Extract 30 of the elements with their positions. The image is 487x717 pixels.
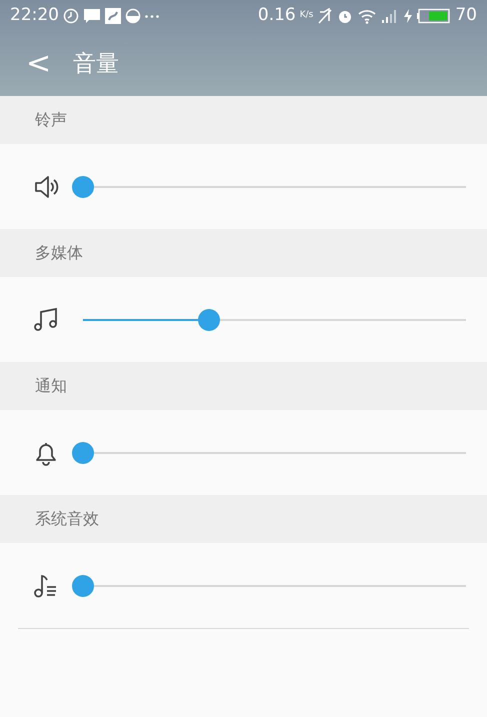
- note-with-lines-icon: [33, 572, 59, 598]
- section-title: 系统音效: [0, 495, 487, 543]
- app-icon: [105, 8, 121, 24]
- network-speed: 0.16: [258, 4, 296, 28]
- slider-thumb[interactable]: [72, 574, 94, 596]
- music-note-icon: [33, 306, 59, 332]
- section-title: 铃声: [0, 96, 487, 144]
- alarm-icon: [337, 8, 354, 24]
- battery-icon: [417, 8, 452, 24]
- slider-thumb[interactable]: [72, 442, 94, 464]
- battery-percent: 70: [455, 4, 477, 28]
- section-title: 通知: [0, 362, 487, 410]
- more-icon: [145, 14, 159, 18]
- wifi-icon: [357, 8, 378, 24]
- message-icon: [83, 8, 101, 24]
- mute-icon: [317, 8, 334, 24]
- volume-slider[interactable]: [72, 176, 466, 198]
- speaker-icon: [33, 174, 59, 200]
- status-time: 22:20: [10, 4, 59, 28]
- volume-slider[interactable]: [72, 442, 466, 464]
- volume-slider[interactable]: [72, 574, 466, 596]
- slider-thumb[interactable]: [72, 176, 94, 198]
- clock-icon: [63, 8, 79, 24]
- charging-icon: [403, 8, 414, 24]
- half-circle-icon: [125, 8, 141, 24]
- section-title: 多媒体: [0, 229, 487, 277]
- page-title: 音量: [73, 50, 120, 79]
- slider-thumb[interactable]: [198, 308, 220, 330]
- speed-unit: K/s: [300, 9, 314, 22]
- back-button[interactable]: <: [26, 49, 52, 79]
